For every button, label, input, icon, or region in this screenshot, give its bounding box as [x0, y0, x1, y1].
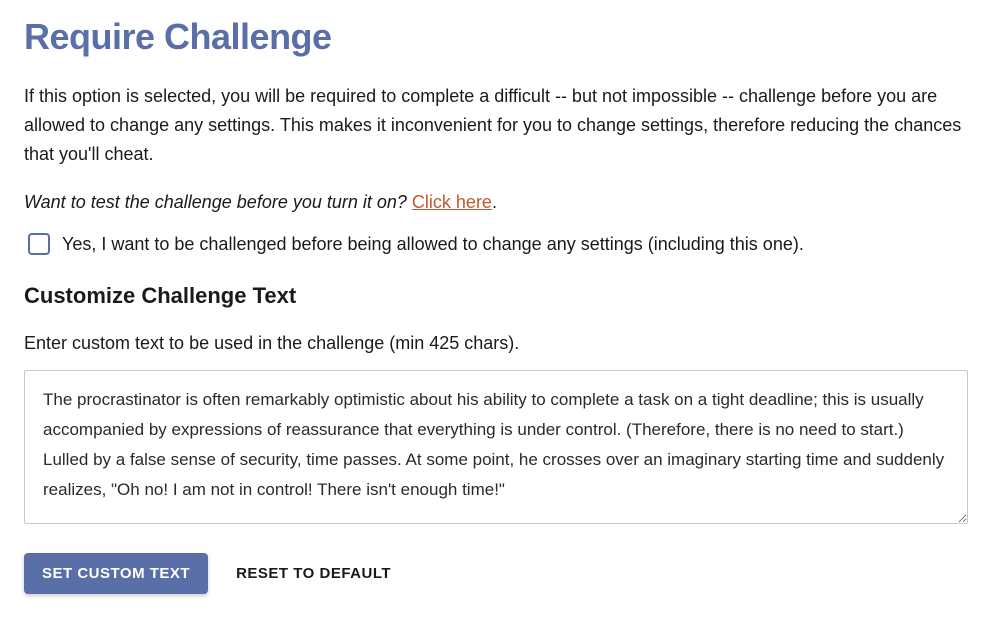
- set-custom-text-button[interactable]: SET CUSTOM TEXT: [24, 553, 208, 594]
- test-challenge-line: Want to test the challenge before you tu…: [24, 192, 975, 213]
- test-period: .: [492, 192, 497, 212]
- customize-instruction: Enter custom text to be used in the chal…: [24, 333, 975, 354]
- test-challenge-link[interactable]: Click here: [412, 192, 492, 212]
- test-prompt-text: Want to test the challenge before you tu…: [24, 192, 412, 212]
- enable-challenge-label[interactable]: Yes, I want to be challenged before bein…: [62, 234, 804, 255]
- customize-heading: Customize Challenge Text: [24, 283, 975, 309]
- page-title: Require Challenge: [24, 16, 975, 58]
- reset-to-default-button[interactable]: RESET TO DEFAULT: [232, 553, 395, 594]
- enable-challenge-checkbox[interactable]: [28, 233, 50, 255]
- enable-challenge-row: Yes, I want to be challenged before bein…: [28, 233, 975, 255]
- feature-description: If this option is selected, you will be …: [24, 82, 964, 168]
- challenge-text-input[interactable]: [24, 370, 968, 524]
- action-buttons-row: SET CUSTOM TEXT RESET TO DEFAULT: [24, 553, 975, 594]
- challenge-text-wrapper: [24, 370, 968, 529]
